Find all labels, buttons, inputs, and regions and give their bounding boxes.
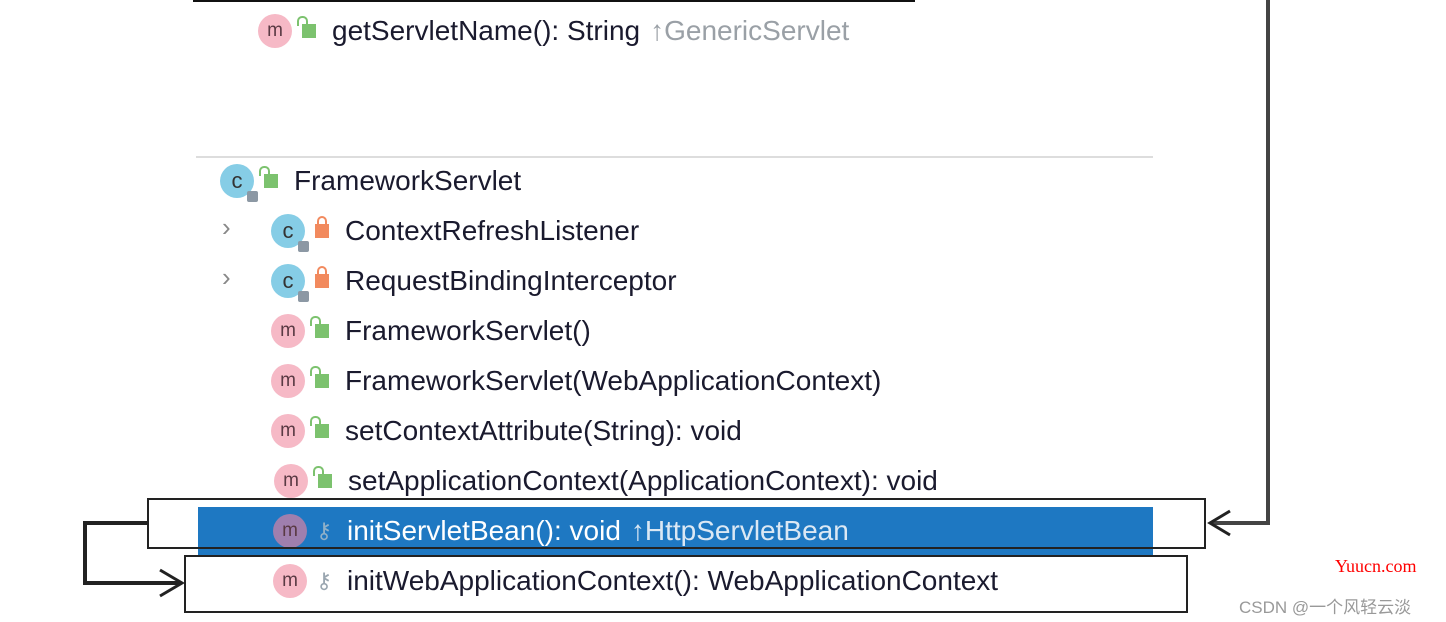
watermark-author: CSDN @一个风轻云淡 bbox=[1239, 598, 1412, 617]
annotation-arrows bbox=[83, 0, 1270, 598]
watermark-site: Yuucn.com bbox=[1335, 556, 1417, 576]
right-arrow-line bbox=[1212, 0, 1270, 525]
